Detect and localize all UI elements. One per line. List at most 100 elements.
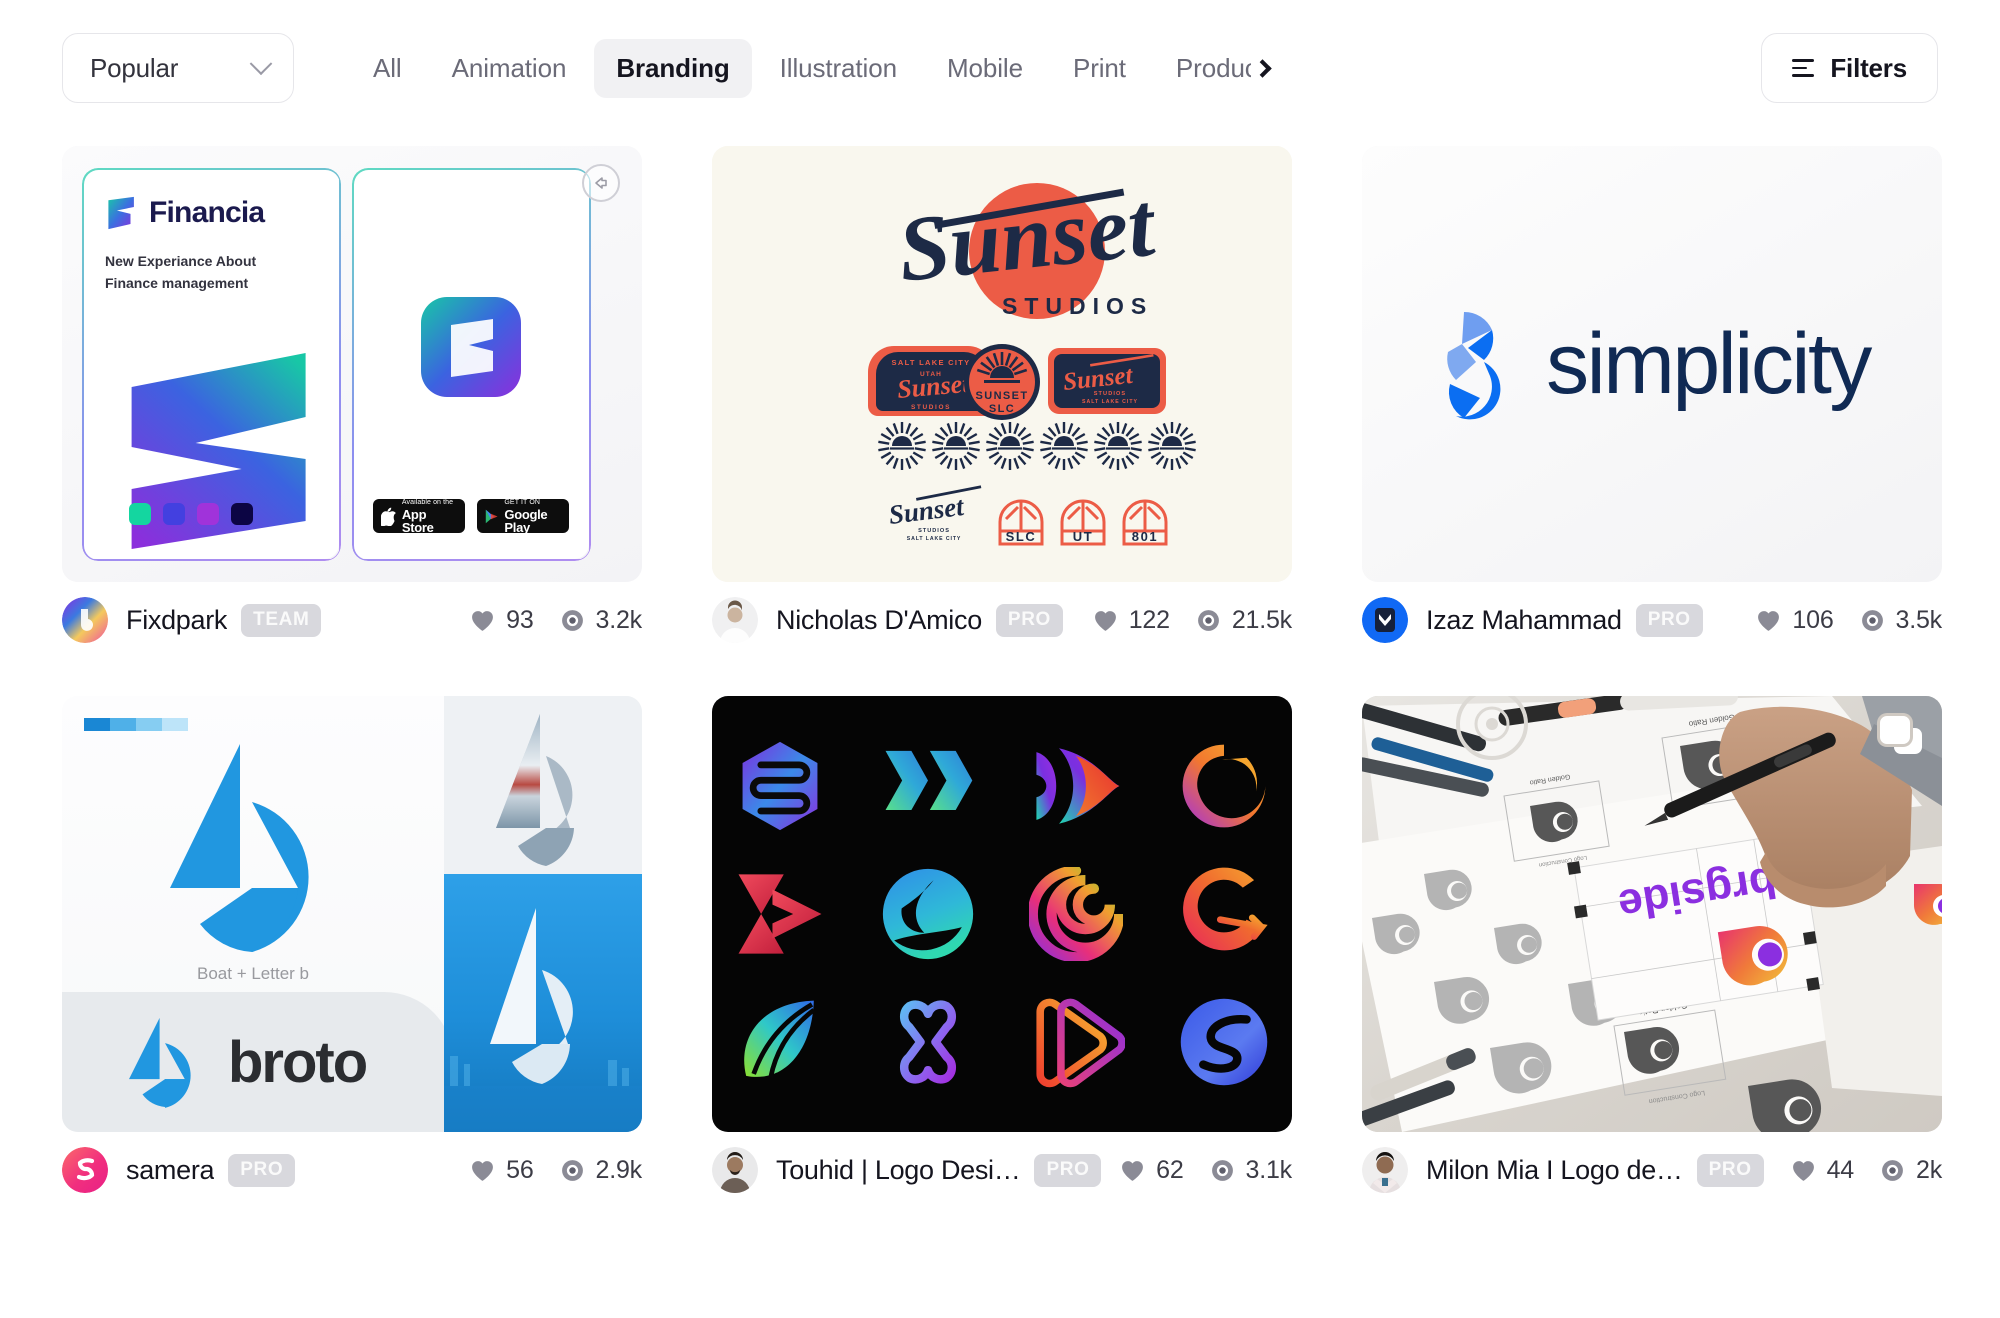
tab-product-design[interactable]: Product Design: [1154, 39, 1251, 98]
avatar[interactable]: [1362, 597, 1408, 643]
author-badge: PRO: [228, 1153, 296, 1187]
shot-thumbnail[interactable]: [712, 696, 1292, 1132]
shot-thumbnail[interactable]: Golden Ratio Logo Construction Golden Ra…: [1362, 696, 1942, 1132]
chevron-right-icon[interactable]: [1249, 55, 1275, 81]
sunset-artwork: Sunset STUDIOS SALT LAKE CITY UTAH Sunse…: [712, 146, 1292, 582]
tab-mobile[interactable]: Mobile: [925, 39, 1045, 98]
financia-tagline-line2: Finance management: [105, 274, 249, 291]
shot-card-simplicity: simplicity Izaz Mahammad PRO 106 3.5k: [1362, 146, 1942, 658]
avatar[interactable]: [712, 597, 758, 643]
shots-grid: Financia New Experiance About Finance ma…: [0, 136, 2000, 1208]
broto-sailboat-photo: [444, 874, 642, 1132]
likes-count: 44: [1826, 1155, 1855, 1184]
broto-artwork: Boat + Letter b broto: [62, 696, 642, 1132]
sunset-artwork-svg: Sunset STUDIOS SALT LAKE CITY UTAH Sunse…: [712, 146, 1292, 582]
likes-stat[interactable]: 106: [1756, 606, 1834, 635]
avatar-milon-mia: [1362, 1147, 1408, 1193]
avatar-izaz-mahammad: [1362, 597, 1408, 643]
logo-grid: [728, 734, 1276, 1094]
author-badge: TEAM: [241, 603, 322, 637]
heart-icon: [472, 610, 494, 631]
avatar[interactable]: [62, 597, 108, 643]
avatar[interactable]: [712, 1147, 758, 1193]
views-count: 2.9k: [595, 1155, 643, 1184]
svg-text:STUDIOS: STUDIOS: [911, 404, 951, 411]
likes-stat[interactable]: 44: [1791, 1156, 1854, 1185]
author-badge: PRO: [995, 603, 1063, 637]
shot-meta: Touhid | Logo Desi… PRO 62 3.1k: [712, 1132, 1292, 1208]
author-name[interactable]: Fixdpark: [126, 605, 227, 636]
shot-thumbnail[interactable]: simplicity: [1362, 146, 1942, 582]
likes-stat[interactable]: 93: [470, 606, 534, 635]
author-name[interactable]: Nicholas D'Amico: [776, 605, 982, 636]
author-badge: PRO: [1696, 1153, 1764, 1187]
views-stat: 2k: [1880, 1156, 1942, 1185]
svg-text:UT: UT: [1073, 529, 1094, 544]
author-name[interactable]: Milon Mia I Logo de…: [1426, 1155, 1683, 1186]
author-name[interactable]: Izaz Mahammad: [1426, 605, 1622, 636]
broto-boat-mark-small-icon: [129, 1017, 191, 1108]
app-store-badge[interactable]: Available on the App Store: [373, 499, 465, 534]
broto-left-panel: Boat + Letter b broto: [62, 696, 454, 1132]
filters-button[interactable]: Filters: [1761, 33, 1938, 103]
category-tabs: All Animation Branding Illustration Mobi…: [351, 38, 1272, 98]
filter-icon: [1792, 59, 1815, 77]
tab-branding[interactable]: Branding: [594, 38, 752, 98]
multiple-shots-icon[interactable]: [1880, 716, 1922, 754]
dragside-process-photo: Golden Ratio Logo Construction Golden Ra…: [1362, 696, 1942, 1132]
heart-icon: [1758, 610, 1780, 631]
shot-meta: Izaz Mahammad PRO 106 3.5k: [1362, 582, 1942, 658]
svg-text:SUNSET: SUNSET: [975, 390, 1028, 402]
likes-count: 56: [506, 1155, 534, 1184]
shot-thumbnail[interactable]: Boat + Letter b broto: [62, 696, 642, 1132]
shot-card-financia: Financia New Experiance About Finance ma…: [62, 146, 642, 658]
tab-animation[interactable]: Animation: [430, 39, 589, 98]
svg-text:STUDIOS: STUDIOS: [1094, 391, 1127, 397]
shot-card-dragside-process: Golden Ratio Logo Construction Golden Ra…: [1362, 696, 1942, 1208]
simplicity-mark-icon: [1447, 311, 1501, 420]
avatar[interactable]: [1362, 1147, 1408, 1193]
tab-print[interactable]: Print: [1051, 39, 1148, 98]
author-badge: PRO: [1635, 603, 1703, 637]
avatar[interactable]: [62, 1147, 108, 1193]
logo-mark-spiral: [1024, 862, 1128, 966]
shot-card-sunset-studios: Sunset STUDIOS SALT LAKE CITY UTAH Sunse…: [712, 146, 1292, 658]
shot-thumbnail[interactable]: Sunset STUDIOS SALT LAKE CITY UTAH Sunse…: [712, 146, 1292, 582]
financia-tagline: New Experiance About Finance management: [105, 251, 317, 294]
svg-text:SLC: SLC: [989, 403, 1015, 415]
sort-dropdown[interactable]: Popular: [62, 33, 294, 103]
tab-all[interactable]: All: [351, 39, 424, 98]
author-name[interactable]: samera: [126, 1155, 214, 1186]
heart-icon: [1094, 610, 1116, 631]
shot-stats: 106 3.5k: [1756, 606, 1942, 635]
svg-text:STUDIOS: STUDIOS: [918, 528, 950, 534]
svg-text:SALT LAKE CITY: SALT LAKE CITY: [907, 536, 962, 542]
logo-mark-triangle-arrow: [728, 862, 832, 966]
likes-stat[interactable]: 56: [470, 1155, 534, 1185]
shot-thumbnail[interactable]: Financia New Experiance About Finance ma…: [62, 146, 642, 582]
logo-mark-swirl-orange: [1172, 734, 1276, 838]
broto-photo-bottom: [444, 874, 642, 1132]
shot-stats: 93 3.2k: [470, 606, 642, 635]
financia-mark-icon: [108, 196, 134, 230]
back-arrow-icon[interactable]: [582, 164, 620, 202]
tab-illustration[interactable]: Illustration: [758, 39, 919, 98]
shot-meta: Milon Mia I Logo de… PRO 44 2k: [1362, 1132, 1942, 1208]
views-stat: 3.2k: [560, 606, 642, 635]
likes-stat[interactable]: 62: [1120, 1156, 1184, 1185]
broto-wordmark: broto: [228, 1029, 368, 1095]
eye-icon: [1211, 1159, 1233, 1181]
toolbar: Popular All Animation Branding Illustrat…: [0, 0, 2000, 136]
views-count: 3.2k: [595, 605, 643, 634]
svg-text:801: 801: [1132, 529, 1159, 544]
broto-color-bar: [84, 718, 188, 731]
author-name[interactable]: Touhid | Logo Desi…: [776, 1155, 1020, 1186]
financia-panel-right: Available on the App Store GET IT ON Goo…: [352, 168, 590, 560]
views-stat: 21.5k: [1196, 606, 1292, 635]
likes-stat[interactable]: 122: [1093, 606, 1170, 635]
google-play-badge[interactable]: GET IT ON Google Play: [477, 499, 569, 534]
logo-mark-x: [876, 734, 980, 838]
financia-tagline-line1: New Experiance About: [105, 253, 257, 269]
shot-meta: Fixdpark TEAM 93 3.2k: [62, 582, 642, 658]
svg-text:SALT LAKE CITY: SALT LAKE CITY: [892, 358, 971, 367]
